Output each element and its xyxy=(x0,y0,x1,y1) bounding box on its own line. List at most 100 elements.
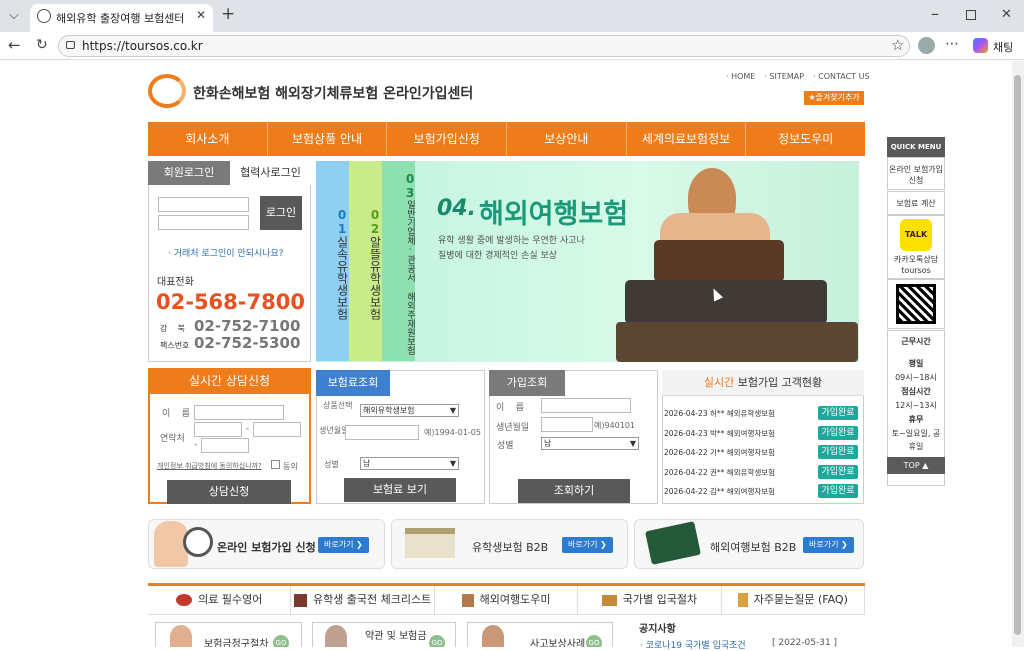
status-list: 2026-04-23 허** 해외유학생보험 가입완료 2026-04-23 박*… xyxy=(664,405,861,503)
scrollbar-thumb[interactable] xyxy=(1014,75,1021,635)
login-button[interactable]: 로그인 xyxy=(260,196,302,230)
join-name-input[interactable] xyxy=(541,398,631,413)
back-icon[interactable]: ← xyxy=(8,38,21,53)
maximize-icon[interactable] xyxy=(966,10,976,20)
status-badge: 가입완료 xyxy=(818,445,858,459)
card-1-go[interactable]: GO xyxy=(273,635,289,647)
join-birth-input[interactable] xyxy=(541,417,593,432)
site-logo-text[interactable]: 한화손해보험 해외장기체류보험 온라인가입센터 xyxy=(193,83,473,103)
hanwha-logo-icon[interactable] xyxy=(148,74,186,108)
minimize-icon[interactable]: – xyxy=(931,6,939,22)
checklist-icon xyxy=(293,593,307,607)
more-menu-icon[interactable]: ⋯ xyxy=(945,37,959,51)
hero-tab-2[interactable]: 02알뜰유학생보험 xyxy=(349,161,382,361)
premium-tab[interactable]: 보험료조회 xyxy=(316,370,390,396)
hero-desc-1: 유학 생활 중에 발생하는 우연한 사고나 xyxy=(438,236,585,246)
nav-apply[interactable]: 보험가입신청 xyxy=(387,122,508,156)
card-2-go[interactable]: GO xyxy=(429,635,445,647)
phone-sub1: 02-752-7100 xyxy=(194,317,301,335)
window-close-icon[interactable]: ✕ xyxy=(1001,8,1012,21)
consult-contact-label: 연락처 xyxy=(160,434,185,444)
new-tab-icon[interactable]: + xyxy=(221,6,235,23)
agree-checkbox[interactable] xyxy=(271,460,280,469)
browser-tab-strip: ⌵ 해외유학 출장여행 보험센터 ✕ + – ✕ xyxy=(0,0,1024,32)
consult-phone-2[interactable] xyxy=(253,422,301,437)
banner-3-title: 해외여행보험 B2B xyxy=(710,541,797,554)
contact-link[interactable]: · CONTACT US xyxy=(813,72,870,81)
birth-input[interactable] xyxy=(345,425,419,440)
hero-tab-1[interactable]: 01실속유학생보험 xyxy=(316,161,349,361)
banner-2-title: 유학생보험 B2B xyxy=(472,541,549,554)
join-lookup-button[interactable]: 조회하기 xyxy=(518,479,630,503)
sitemap-link[interactable]: · SITEMAP xyxy=(764,72,804,81)
chevron-down-icon: ▼ xyxy=(449,406,456,415)
copilot-icon[interactable] xyxy=(973,38,988,53)
tab-list-chevron-icon[interactable]: ⌵ xyxy=(9,9,19,22)
card-3-go[interactable]: GO xyxy=(586,635,602,647)
tab-travel-helper[interactable]: 해외여행도우미 xyxy=(435,586,579,614)
login-password-input[interactable] xyxy=(158,215,249,230)
tab-checklist[interactable]: 유학생 출국전 체크리스트 xyxy=(291,586,435,614)
consult-phone-1[interactable] xyxy=(194,422,242,437)
cup-icon xyxy=(461,593,474,607)
terms-card[interactable]: 약관 및 보험금 GO xyxy=(312,622,456,647)
join-gender-label: 성별 xyxy=(497,441,514,451)
tab-faq[interactable]: 자주묻는질문 (FAQ) xyxy=(722,586,866,614)
reload-icon[interactable]: ↻ xyxy=(36,38,48,52)
lunch-time: 12시~13시 xyxy=(895,401,937,410)
hero-title: 해외여행보험 xyxy=(479,199,629,230)
weekday-label: 평일 xyxy=(908,359,924,368)
favorite-star-icon[interactable]: ☆ xyxy=(891,38,904,53)
consult-name-input[interactable] xyxy=(194,405,284,420)
claim-procedure-card[interactable]: 보험금청구절차 GO xyxy=(155,622,302,647)
quick-premium-calc[interactable]: 보험료 계산 xyxy=(887,191,945,215)
bookmark-button[interactable]: ★즐겨찾기추가 xyxy=(804,91,864,105)
status-title: 실시간 보험가입 고객현황 xyxy=(662,370,864,396)
status-row-text: 2026-04-23 박** 해외여행자보험 xyxy=(664,428,776,438)
quick-online-apply[interactable]: 온라인 보험가입신청 xyxy=(887,157,945,190)
nav-claims[interactable]: 보상안내 xyxy=(507,122,627,156)
join-gender-select[interactable]: 남 ▼ xyxy=(541,437,639,450)
notice-item[interactable]: · 코로나19 국가별 입국조건 xyxy=(640,638,746,651)
site-info-icon[interactable] xyxy=(66,41,75,49)
qr-code-icon[interactable] xyxy=(896,284,936,324)
join-lookup-tab[interactable]: 가입조회 xyxy=(489,370,565,396)
status-title-em: 실시간 xyxy=(703,376,735,389)
gender-select[interactable]: 남 ▼ xyxy=(360,457,459,470)
lunch-label: 점심시간 xyxy=(901,387,931,396)
birth-hint: 예)1994-01-05 xyxy=(424,428,481,437)
member-login-tab[interactable]: 회원로그인 xyxy=(148,161,230,185)
kakao-talk-icon[interactable]: TALK xyxy=(900,219,932,251)
banner-1-go-button[interactable]: 바로가기 ❯ xyxy=(318,537,369,553)
nav-info[interactable]: 정보도우미 xyxy=(746,122,865,156)
status-row: 2026-04-23 박** 해외여행자보험 가입완료 xyxy=(664,425,861,445)
profile-avatar[interactable] xyxy=(918,37,935,54)
chat-label[interactable]: 채팅 xyxy=(993,39,1013,55)
top-button[interactable]: TOP ▲ xyxy=(887,457,945,474)
tab-entry-procedure[interactable]: 국가별 입국절차 xyxy=(578,586,722,614)
nav-products[interactable]: 보험상품 안내 xyxy=(268,122,388,156)
login-id-input[interactable] xyxy=(158,197,249,212)
privacy-link[interactable]: 개인정보 취급방침에 동의하십니까? xyxy=(157,461,262,471)
person-icon xyxy=(170,625,192,647)
status-row: 2026-04-22 권** 해외유학생보험 가입완료 xyxy=(664,464,861,484)
banner-2-go-button[interactable]: 바로가기 ❯ xyxy=(562,537,613,553)
holiday-label: 휴무 xyxy=(908,415,924,424)
tab-medical-english[interactable]: 의료 필수영어 xyxy=(148,586,292,614)
consult-phone-3[interactable] xyxy=(201,438,249,453)
hero-tab-3[interactable]: 03일반기업체·관공서 해외주재원보험 xyxy=(382,161,417,361)
cases-card[interactable]: 사고보상사례 GO xyxy=(467,622,613,647)
login-help-link[interactable]: · 거래처 로그인이 안되시나요? xyxy=(168,246,284,259)
person-icon xyxy=(325,625,347,647)
home-link[interactable]: · HOME xyxy=(726,72,755,81)
nav-company[interactable]: 회사소개 xyxy=(148,122,268,156)
partner-login-tab[interactable]: 협력사로그인 xyxy=(230,161,311,185)
hours-title: 근무시간 xyxy=(901,337,931,346)
phone-sub1-label: 강 북 xyxy=(160,324,185,333)
premium-view-button[interactable]: 보험료 보기 xyxy=(344,478,456,502)
product-select[interactable]: 해외유학생보험 ▼ xyxy=(360,404,459,417)
banner-3-go-button[interactable]: 바로가기 ❯ xyxy=(803,537,854,553)
close-tab-icon[interactable]: ✕ xyxy=(196,9,206,21)
consult-submit-button[interactable]: 상담신청 xyxy=(167,480,291,504)
nav-world-medical[interactable]: 세계의료보험정보 xyxy=(627,122,747,156)
